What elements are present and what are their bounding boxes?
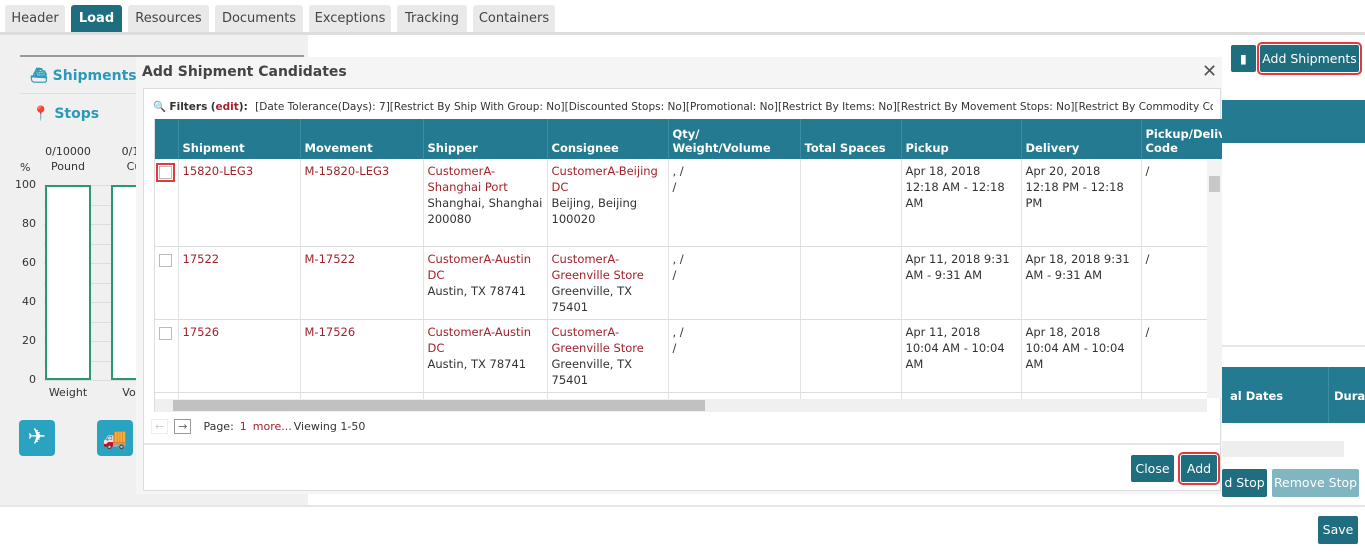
- add-stop-button[interactable]: d Stop: [1222, 469, 1267, 497]
- row-checkbox[interactable]: [156, 163, 175, 182]
- qty-cell: , / /: [668, 159, 801, 247]
- next-page-icon[interactable]: →: [174, 419, 192, 434]
- spaces-cell: [800, 159, 902, 247]
- movement-link[interactable]: M-17526: [305, 325, 356, 339]
- shipments-nav[interactable]: ⛴ Shipments: [30, 68, 137, 84]
- column-header[interactable]: Pickup/Delive Code: [1141, 119, 1222, 159]
- shipper-name[interactable]: CustomerA-Austin DC: [428, 324, 543, 356]
- y-tick: 60: [22, 256, 36, 269]
- shipper-name[interactable]: CustomerA-Austin DC: [428, 251, 543, 283]
- tab-header[interactable]: Header: [5, 5, 65, 33]
- add-shipment-modal: Add Shipment Candidates ✕ 🔍 Filters (edi…: [136, 57, 1222, 494]
- consignee-address: Beijing, Beijing 100020: [551, 196, 638, 226]
- spaces-cell: [800, 246, 902, 320]
- pager: ← → Page: 1 more... Viewing 1-50: [151, 419, 365, 434]
- row-checkbox[interactable]: [159, 253, 172, 267]
- delivery-cell: Apr 18, 2018 10:04 AM - 10:04 AM: [1021, 319, 1142, 393]
- page-label: Page:: [203, 420, 234, 433]
- consignee-address: Greenville, TX 75401: [551, 356, 633, 387]
- pickup-cell: Apr 11, 2018 9:31 AM - 9:31 AM: [901, 246, 1022, 320]
- col-dates: al Dates: [1230, 389, 1284, 403]
- filters-label: Filters: [169, 101, 208, 113]
- x-label: Weight: [48, 386, 88, 399]
- stops-nav[interactable]: 📍 Stops: [32, 106, 99, 122]
- modal-title: Add Shipment Candidates: [142, 64, 347, 80]
- save-button[interactable]: Save: [1318, 516, 1358, 544]
- bar-top-label: 0/10000: [45, 145, 91, 158]
- column-header[interactable]: Consignee: [547, 119, 669, 159]
- pin-icon: 📍: [32, 106, 50, 122]
- horizontal-scrollbar[interactable]: [155, 399, 1207, 412]
- delivery-cell: Apr 18, 2018 9:31 AM - 9:31 AM: [1021, 246, 1142, 320]
- truck-mode-button[interactable]: 🚚: [97, 420, 133, 456]
- add-shipments-button[interactable]: Add Shipments: [1257, 42, 1362, 75]
- candidates-grid: Shipment Movement Shipper Consignee Qty/ Wei…: [154, 119, 1222, 412]
- close-button[interactable]: Close: [1131, 455, 1174, 482]
- spaces-cell: [800, 319, 902, 393]
- table-row[interactable]: 17522 M-17522 CustomerA-Austin DC Austin,…: [155, 246, 1222, 320]
- consignee-name[interactable]: CustomerA-Greenville Store: [552, 324, 664, 356]
- shipments-label: Shipments: [52, 68, 137, 84]
- filters-text: [Date Tolerance(Days): 7][Restrict By Sh…: [255, 101, 1213, 113]
- pickup-cell: Apr 18, 2018 12:18 AM - 12:18 AM: [901, 159, 1022, 247]
- tab-containers[interactable]: Containers: [473, 5, 555, 33]
- vertical-scrollbar[interactable]: [1207, 160, 1222, 398]
- more-pages-link[interactable]: more...: [253, 420, 292, 433]
- shipper-name[interactable]: CustomerA-Shanghai Port: [428, 163, 543, 195]
- column-header[interactable]: Total Spaces: [800, 119, 902, 159]
- stops-label: Stops: [54, 106, 100, 122]
- tab-exceptions[interactable]: Exceptions: [309, 5, 391, 33]
- shipment-link[interactable]: 17526: [183, 325, 220, 339]
- qty-cell: , / /: [668, 319, 801, 393]
- table-row[interactable]: 17526 M-17526 CustomerA-Austin DC Austin,…: [155, 319, 1222, 393]
- map-button[interactable]: ▮: [1231, 45, 1256, 72]
- column-header[interactable]: Shipment: [178, 119, 301, 159]
- remove-stop-button[interactable]: Remove Stop: [1272, 469, 1359, 497]
- table-row[interactable]: 15820-LEG3 M-15820-LEG3 CustomerA-Shangh…: [155, 159, 1222, 247]
- col-duration: Durat: [1334, 389, 1365, 403]
- movement-link[interactable]: M-15820-LEG3: [305, 164, 390, 178]
- search-icon: 🔍: [153, 101, 167, 113]
- tab-documents[interactable]: Documents: [215, 5, 303, 33]
- tab-load[interactable]: Load: [71, 5, 122, 33]
- y-label: %: [20, 161, 31, 174]
- capacity-bar: [45, 185, 91, 380]
- shipment-link[interactable]: 15820-LEG3: [183, 164, 254, 178]
- shipper-address: Austin, TX 78741: [427, 283, 527, 298]
- consignee-name[interactable]: CustomerA-Greenville Store: [552, 251, 664, 283]
- y-tick: 40: [22, 295, 36, 308]
- row-checkbox[interactable]: [159, 326, 172, 340]
- column-header[interactable]: Movement: [300, 119, 424, 159]
- page-number[interactable]: 1: [240, 420, 247, 433]
- add-button[interactable]: Add: [1178, 452, 1220, 485]
- tab-tracking[interactable]: Tracking: [397, 5, 467, 33]
- ship-icon: ⛴: [30, 68, 48, 84]
- shipper-address: Shanghai, Shanghai 200080: [427, 196, 543, 226]
- air-mode-button[interactable]: ✈: [19, 420, 55, 456]
- qty-cell: , / /: [668, 246, 801, 320]
- shipper-address: Austin, TX 78741: [427, 356, 527, 371]
- column-header[interactable]: Delivery: [1021, 119, 1142, 159]
- y-tick: 20: [22, 334, 36, 347]
- consignee-address: Greenville, TX 75401: [551, 283, 633, 314]
- shipment-link[interactable]: 17522: [183, 252, 220, 266]
- delivery-cell: Apr 20, 2018 12:18 PM - 12:18 PM: [1021, 159, 1142, 247]
- select-column: [155, 119, 179, 159]
- close-icon[interactable]: ✕: [1202, 61, 1217, 82]
- viewing-range: Viewing 1-50: [293, 420, 366, 433]
- y-tick: 0: [29, 373, 36, 386]
- filters-bar: 🔍 Filters (edit): [Date Tolerance(Days):…: [153, 100, 1213, 113]
- tab-resources[interactable]: Resources: [128, 5, 209, 33]
- column-header[interactable]: Pickup: [901, 119, 1022, 159]
- y-tick: 100: [15, 178, 36, 191]
- bar-unit-label: Pound: [51, 160, 85, 173]
- movement-link[interactable]: M-17522: [305, 252, 356, 266]
- y-tick: 80: [22, 217, 36, 230]
- edit-filters-link[interactable]: edit: [216, 101, 239, 113]
- pickup-cell: Apr 11, 2018 10:04 AM - 10:04 AM: [901, 319, 1022, 393]
- column-header[interactable]: Shipper: [423, 119, 548, 159]
- column-header[interactable]: Qty/ Weight/Volume: [668, 119, 801, 159]
- prev-page-icon[interactable]: ←: [151, 419, 169, 434]
- consignee-name[interactable]: CustomerA-Beijing DC: [552, 163, 664, 195]
